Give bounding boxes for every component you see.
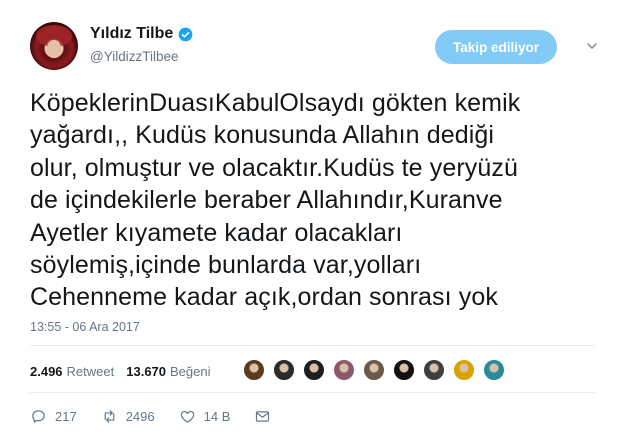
tweet-stats: 2.496 Retweet 13.670 Beğeni bbox=[30, 358, 223, 384]
reply-button[interactable]: 217 bbox=[30, 408, 77, 425]
likes-count[interactable]: 13.670 bbox=[126, 364, 166, 379]
like-button[interactable]: 14 B bbox=[179, 408, 231, 425]
chevron-down-icon[interactable] bbox=[585, 39, 599, 53]
liker-avatar[interactable] bbox=[273, 359, 295, 381]
name-row: Yıldız Tilbe bbox=[90, 25, 193, 43]
reply-icon bbox=[32, 410, 45, 423]
retweet-count: 2496 bbox=[125, 409, 155, 424]
liker-avatar[interactable] bbox=[423, 359, 445, 381]
following-button[interactable]: Takip ediliyor bbox=[435, 30, 557, 64]
liker-avatar[interactable] bbox=[243, 359, 265, 381]
avatar-face bbox=[47, 40, 61, 58]
user-handle[interactable]: @YildizzTilbee bbox=[90, 49, 178, 64]
likers-avatars bbox=[243, 359, 513, 381]
profile-avatar[interactable] bbox=[30, 22, 78, 70]
direct-message-button[interactable] bbox=[254, 408, 279, 425]
liker-avatar[interactable] bbox=[303, 359, 325, 381]
liker-avatar[interactable] bbox=[453, 359, 475, 381]
liker-avatar[interactable] bbox=[333, 359, 355, 381]
verified-badge-icon bbox=[178, 27, 193, 41]
like-count: 14 B bbox=[203, 409, 231, 424]
retweet-button[interactable]: 2496 bbox=[101, 408, 155, 425]
divider bbox=[30, 345, 595, 346]
liker-avatar[interactable] bbox=[363, 359, 385, 381]
liker-avatar[interactable] bbox=[483, 359, 505, 381]
tweet-timestamp[interactable]: 13:55 - 06 Ara 2017 bbox=[30, 320, 140, 334]
retweets-label[interactable]: Retweet bbox=[67, 364, 115, 379]
likes-label[interactable]: Beğeni bbox=[170, 364, 210, 379]
reply-count: 217 bbox=[55, 409, 77, 424]
heart-icon bbox=[180, 410, 194, 423]
retweet-icon bbox=[104, 410, 115, 423]
liker-avatar[interactable] bbox=[393, 359, 415, 381]
tweet-header: Yıldız Tilbe @YildizzTilbee Takip ediliy… bbox=[30, 22, 610, 72]
retweets-count[interactable]: 2.496 bbox=[30, 364, 63, 379]
tweet-text: KöpeklerinDuasıKabulOlsaydı gökten kemik… bbox=[30, 89, 521, 312]
tweet-actions: 217 2496 14 B bbox=[30, 408, 303, 425]
envelope-icon bbox=[256, 411, 270, 422]
divider bbox=[30, 392, 595, 393]
display-name[interactable]: Yıldız Tilbe bbox=[90, 25, 173, 43]
